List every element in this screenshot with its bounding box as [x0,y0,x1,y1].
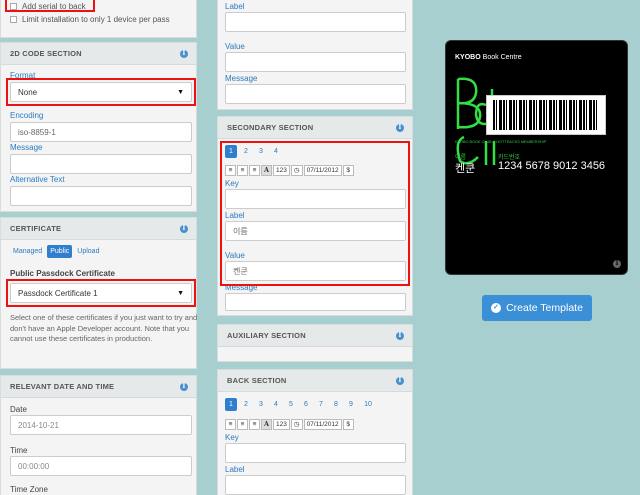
timezone-label: Time Zone [10,485,48,494]
time-input[interactable]: 00:00:00 [10,456,192,476]
relevant-panel: RELEVANT DATE AND TIME i [0,375,197,495]
alt-text-label: Alternative Text [10,175,65,184]
info-icon[interactable]: i [180,49,188,58]
info-icon[interactable]: i [613,260,621,268]
relevant-title: RELEVANT DATE AND TIME [10,382,115,391]
brand-logo: KYOBO Book Centre [455,54,522,61]
page-5[interactable]: 5 [285,398,297,411]
membership-text: KYOBO BOOK CLUB & HOTTRACKS MEMBERSHIP [455,140,547,144]
clock-icon[interactable]: ◷ [290,418,303,430]
alt-text-input[interactable] [10,186,192,206]
message-label: Message [10,143,43,152]
highlight-box [6,279,196,307]
auxiliary-section-panel: AUXILIARY SECTION i [217,324,413,362]
page-8[interactable]: 8 [330,398,342,411]
barcode [486,95,606,135]
highlight-box [6,78,196,106]
tab-managed[interactable]: Managed [10,245,45,258]
back-format-toolbar: ≡ ≡ ≡ A 123 ◷ 07/11/2012 $ [225,418,355,430]
barcode-bars [493,100,599,130]
page-10[interactable]: 10 [360,398,376,411]
secondary-header: SECONDARY SECTION i [218,117,412,139]
number-format-button[interactable]: 123 [273,418,290,430]
value-input[interactable] [225,52,406,72]
secondary-title: SECONDARY SECTION [227,123,314,132]
tab-public[interactable]: Public [47,245,73,258]
pass-preview-card: KYOBO Book Centre KYOBO BOOK CLUB & HOTT… [445,40,628,275]
back-title: BACK SECTION [227,376,287,385]
align-center-icon[interactable]: ≡ [237,418,248,430]
checkbox-box[interactable] [10,16,17,23]
auxiliary-header: AUXILIARY SECTION i [218,325,412,347]
message-input[interactable] [225,84,406,104]
card-number-value: 1234 5678 9012 3456 [498,160,606,172]
certificate-help-text: Select one of these certificates if you … [10,313,198,343]
page-9[interactable]: 9 [345,398,357,411]
info-icon[interactable]: i [396,376,404,385]
label-input[interactable] [225,475,406,495]
logo-text: KYOBO [455,54,481,61]
limit-install-label: Limit installation to only 1 device per … [22,15,170,24]
date-input[interactable]: 2014-10-21 [10,415,192,435]
text-format-button[interactable]: A [261,418,273,430]
certificate-tabs: Managed Public Upload [10,245,104,258]
certificate-header: CERTIFICATE i [1,218,196,240]
key-input[interactable] [225,443,406,463]
label-label: Label [225,2,245,11]
encoding-label: Encoding [10,111,44,120]
code-section-title: 2D CODE SECTION [10,49,82,58]
message-label: Message [225,74,258,83]
message-input[interactable] [10,154,192,174]
code-section-header: 2D CODE SECTION i [1,43,196,65]
check-circle-icon: ✓ [491,303,502,313]
page-2[interactable]: 2 [240,398,252,411]
align-right-icon[interactable]: ≡ [249,418,260,430]
time-label: Time [10,446,28,455]
logo-suffix: Book Centre [482,54,522,61]
back-field-pager: 1 2 3 4 5 6 7 8 9 10 [225,398,379,411]
align-left-icon[interactable]: ≡ [225,418,236,430]
encoding-input[interactable]: iso-8859-1 [10,122,192,142]
auxiliary-title: AUXILIARY SECTION [227,331,306,340]
page-4[interactable]: 4 [270,398,282,411]
info-icon[interactable]: i [396,331,404,340]
info-icon[interactable]: i [180,382,188,391]
currency-format-button[interactable]: $ [342,418,354,430]
date-label: Date [10,405,27,414]
page-7[interactable]: 7 [315,398,327,411]
label-label: Label [225,465,245,474]
relevant-header: RELEVANT DATE AND TIME i [1,376,196,398]
page-6[interactable]: 6 [300,398,312,411]
page-3[interactable]: 3 [255,398,267,411]
limit-install-checkbox[interactable]: Limit installation to only 1 device per … [10,15,170,24]
tab-upload[interactable]: Upload [74,245,102,258]
highlight-box [5,0,95,12]
public-cert-label: Public Passdock Certificate [10,269,115,278]
date-format-button[interactable]: 07/11/2012 [303,418,342,430]
name-value: 켄쿤 [455,163,476,175]
value-label: Value [225,42,245,51]
label-input[interactable] [225,12,406,32]
info-icon[interactable]: i [180,224,188,233]
create-template-button[interactable]: ✓ Create Template [482,295,592,321]
back-header: BACK SECTION i [218,370,412,392]
key-label: Key [225,433,239,442]
page-1[interactable]: 1 [225,398,237,411]
create-template-label: Create Template [506,302,583,314]
info-icon[interactable]: i [396,123,404,132]
highlight-box [220,141,410,286]
message-input[interactable] [225,293,406,311]
certificate-title: CERTIFICATE [10,224,62,233]
